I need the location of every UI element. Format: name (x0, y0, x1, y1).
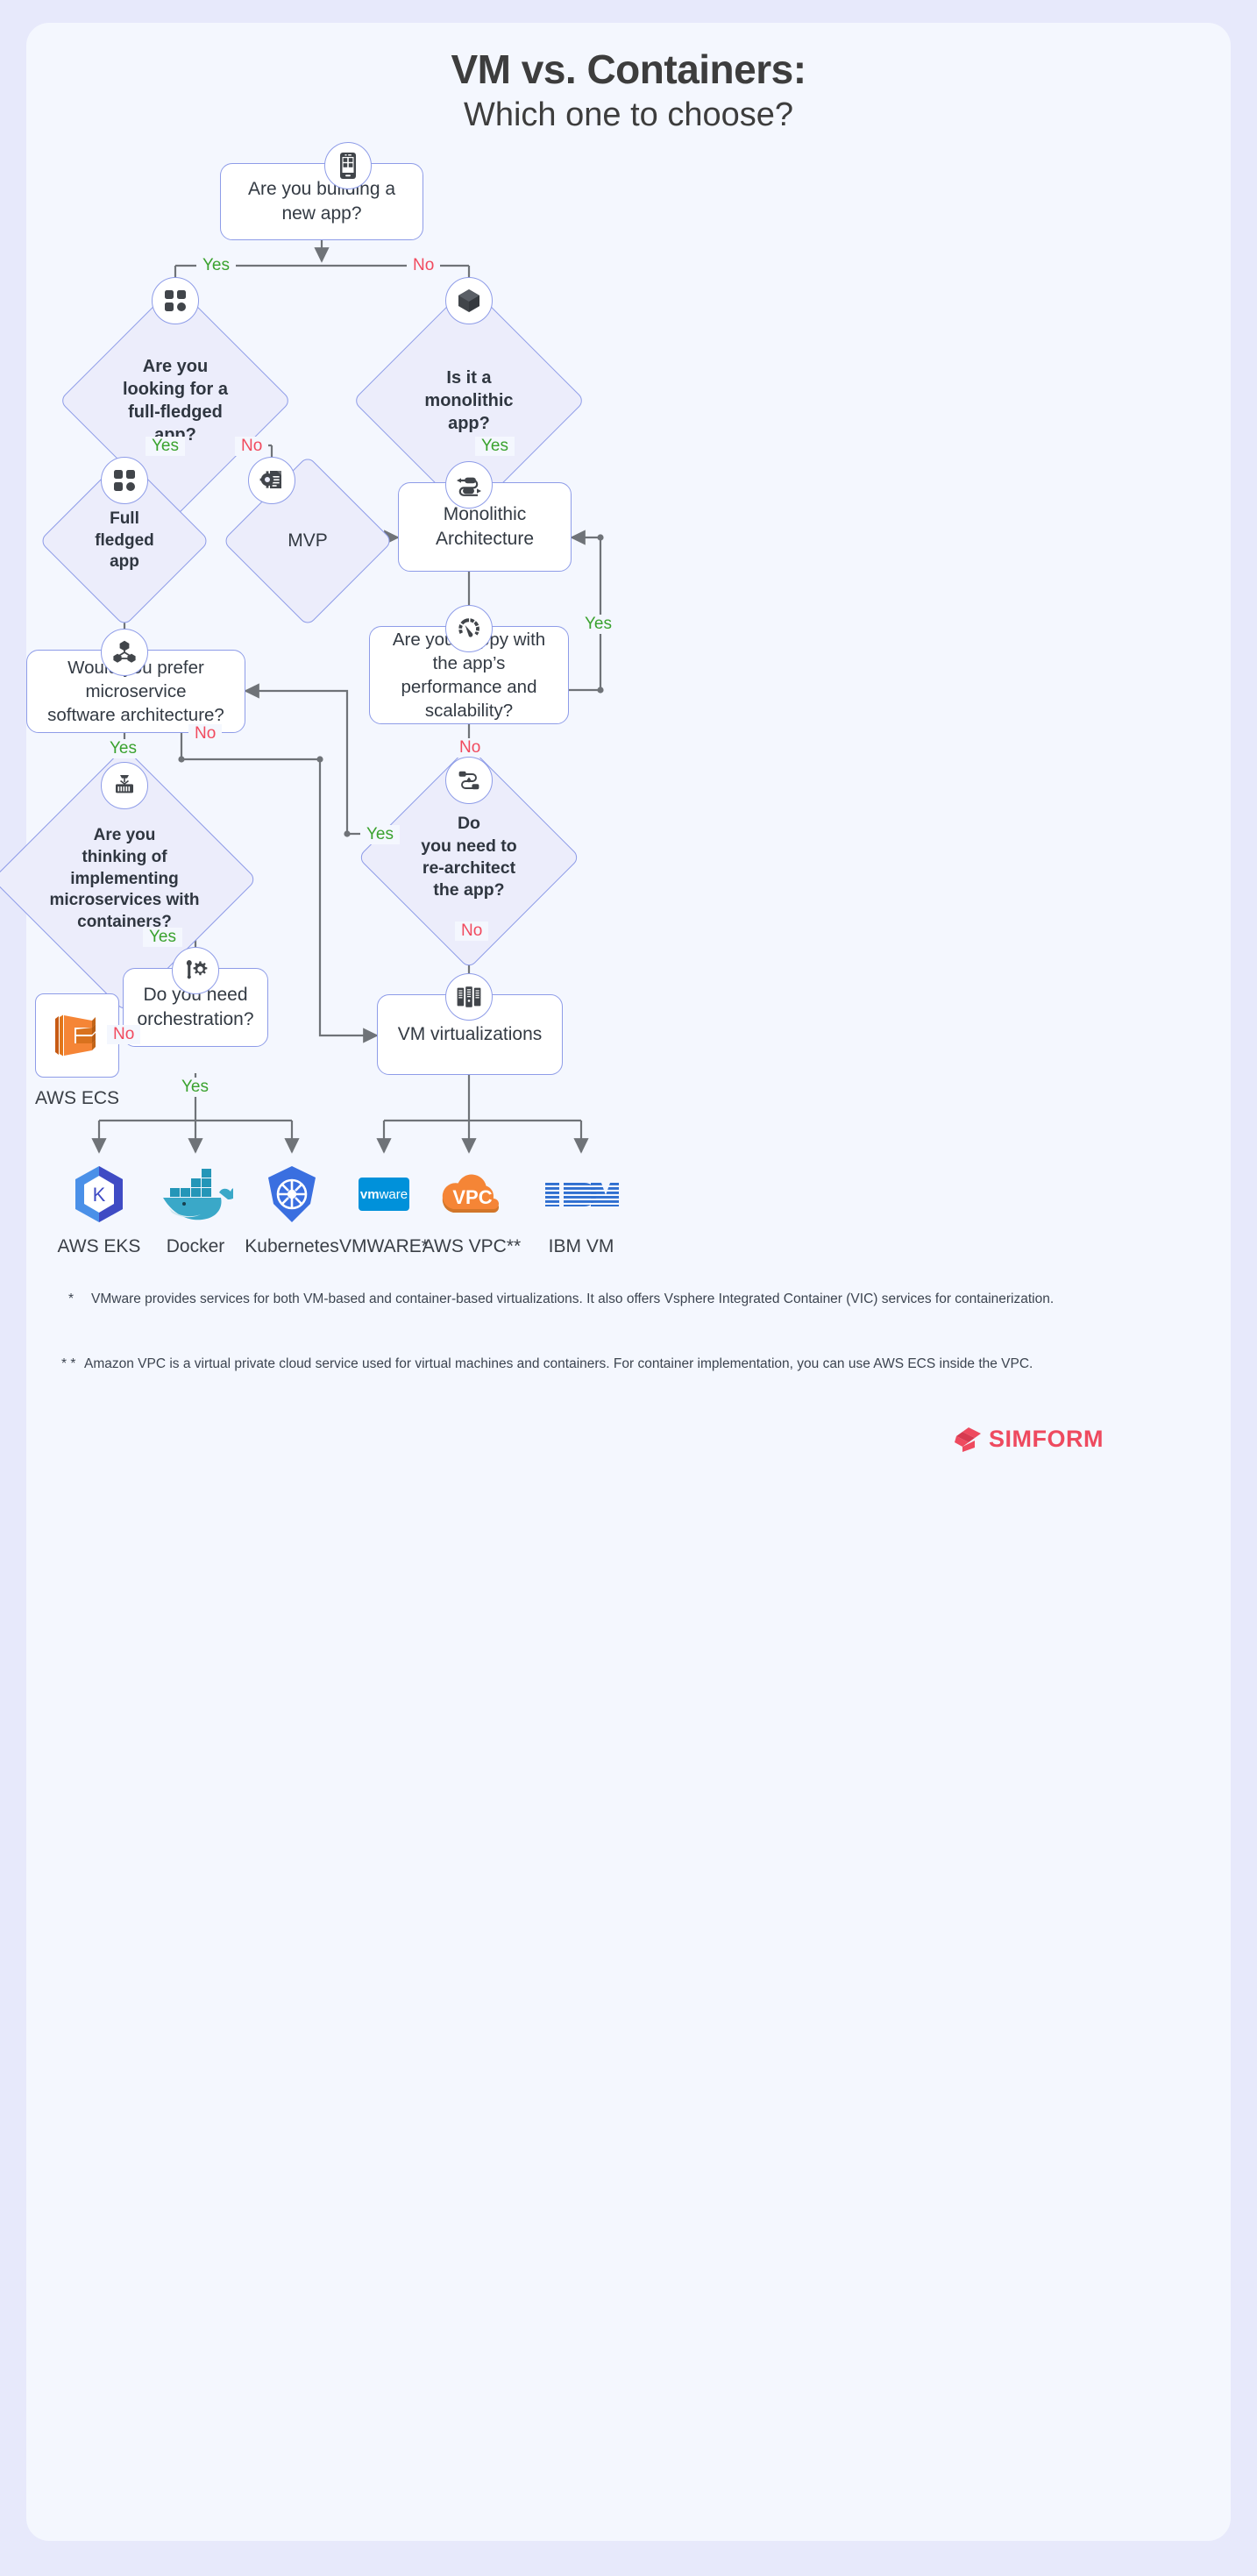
svg-text:K: K (93, 1184, 106, 1206)
edge-label-containers-yes: Yes (143, 928, 182, 947)
simform-mark (955, 1427, 981, 1452)
edge-label-root-yes: Yes (196, 256, 236, 275)
grid-squares-icon (152, 277, 199, 324)
gear-document-icon (248, 457, 295, 504)
edge-label-monolithic-yes: Yes (475, 437, 515, 456)
footnote-marker: * (68, 1292, 75, 1306)
tech-item-docker[interactable]: Docker (143, 1161, 248, 1257)
edge-label-fullfledged-yes: Yes (146, 437, 185, 456)
kubernetes-logo (239, 1161, 344, 1228)
svg-text:VPC: VPC (452, 1186, 492, 1208)
simform-wordmark: SIMFORM (989, 1426, 1104, 1452)
node-label: VM virtualizations (397, 1024, 543, 1045)
infographic-canvas: VM vs. Containers: Which one to choose? … (0, 23, 1231, 2541)
pipeline-icon (445, 461, 493, 509)
edge-label-happy-yes: Yes (579, 615, 618, 634)
edge-label-happy-no: No (453, 738, 487, 758)
footnote-text: VMware provides services for both VM-bas… (91, 1292, 1055, 1306)
servers-icon (445, 973, 493, 1021)
tech-label: AWS VPC** (422, 1236, 522, 1256)
footnote-text: Amazon VPC is a virtual private cloud se… (84, 1356, 1033, 1371)
footnote-marker: * * (61, 1356, 76, 1371)
shipping-container-icon (101, 762, 148, 809)
ibm-logo (529, 1161, 634, 1228)
edge-label-microservice-no: No (188, 724, 223, 744)
tech-item-kubernetes[interactable]: Kubernetes (239, 1161, 344, 1257)
tech-label: Docker (166, 1236, 225, 1256)
tech-item-aws-eks[interactable]: K AWS EKS (46, 1161, 152, 1257)
tech-label: Kubernetes (245, 1236, 339, 1256)
node-label: Are you building a new app? (247, 179, 396, 224)
edge-label-orchestration-yes: Yes (175, 1078, 215, 1097)
node-label: Monolithic Architecture (435, 504, 535, 549)
mobile-app-icon (324, 142, 372, 189)
page-subtitle: Which one to choose? (463, 96, 793, 133)
speedometer-icon (445, 605, 493, 652)
docker-logo (143, 1161, 248, 1228)
edge-label-orchestration-no: No (107, 1025, 141, 1044)
tech-item-ibm-vm[interactable]: IBM VM (529, 1161, 634, 1257)
tech-label: IBM VM (548, 1236, 614, 1256)
edge-label-rearchitect-no: No (455, 922, 489, 941)
tech-label: AWS EKS (57, 1236, 141, 1256)
refactor-flow-icon (445, 757, 493, 804)
simform-logo[interactable]: SIMFORM (954, 1426, 1104, 1453)
svg-text:vmware: vmware (360, 1187, 408, 1202)
aws-eks-logo: K (46, 1161, 152, 1228)
node-label: Is it a monolithic app? (424, 368, 514, 433)
cube-icon (445, 277, 493, 324)
aws-ecs-logo (55, 1014, 96, 1057)
aws-ecs-label: AWS ECS (34, 1088, 120, 1108)
node-are-you-building-new-app[interactable]: Are you building a new app? (220, 163, 423, 240)
wrench-gear-icon (172, 947, 219, 994)
edge-label-rearchitect-yes: Yes (360, 825, 400, 844)
edge-label-fullfledged-no: No (235, 437, 269, 456)
edge-label-root-no: No (407, 256, 441, 275)
microservices-nodes-icon (101, 629, 148, 676)
grid-squares-icon (101, 457, 148, 504)
footnote-vmware: * VMware provides services for both VM-ba… (68, 1289, 1182, 1310)
edge-label-microservice-yes: Yes (103, 739, 143, 758)
aws-vpc-logo: VPC (419, 1161, 524, 1228)
page-title: VM vs. Containers: (451, 46, 806, 92)
node-containers-question[interactable]: Are you thinking of implementing microse… (0, 746, 258, 1013)
node-monolithic-question[interactable]: Is it a monolithic app? (352, 284, 586, 517)
footnote-vpc: * * Amazon VPC is a virtual private cloud… (61, 1354, 1175, 1375)
tech-item-aws-vpc[interactable]: VPC AWS VPC** (419, 1161, 524, 1257)
